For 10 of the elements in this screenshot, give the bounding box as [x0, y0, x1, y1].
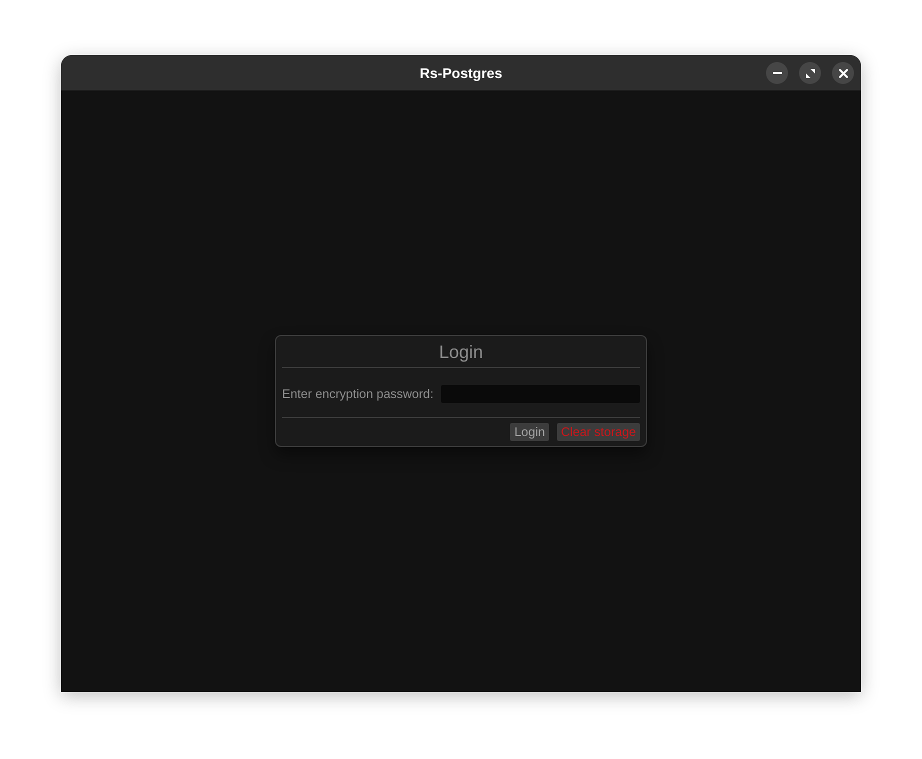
- password-label: Enter encryption password:: [282, 387, 434, 401]
- minimize-button[interactable]: [766, 62, 788, 84]
- dialog-title: Login: [438, 341, 484, 364]
- window-title: Rs-Postgres: [420, 64, 502, 80]
- close-icon: [838, 68, 848, 78]
- maximize-icon: [806, 68, 814, 78]
- maximize-button[interactable]: [799, 62, 821, 84]
- minimize-icon: [772, 72, 782, 74]
- close-button[interactable]: [832, 62, 854, 84]
- login-button[interactable]: Login: [510, 423, 549, 441]
